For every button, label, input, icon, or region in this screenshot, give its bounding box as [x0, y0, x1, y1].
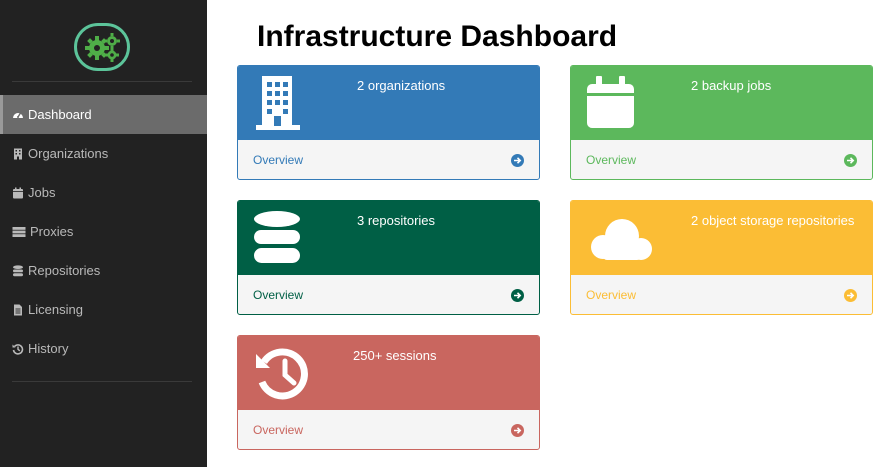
overview-link[interactable]: Overview	[238, 274, 539, 314]
gears-icon	[85, 33, 120, 62]
sidebar-item-label: History	[28, 341, 69, 356]
sidebar-item-label: Dashboard	[28, 107, 92, 122]
cloud-icon	[587, 210, 655, 266]
app-logo[interactable]	[74, 23, 130, 71]
arrow-circle-right-icon	[844, 153, 857, 167]
sidebar-item-organizations[interactable]: Organizations	[0, 134, 207, 173]
calendar-icon	[12, 187, 24, 199]
repositories-card: 3 repositories Overview	[237, 200, 540, 315]
server-icon	[12, 226, 26, 238]
database-icon	[12, 264, 24, 277]
arrow-circle-right-icon	[511, 153, 524, 167]
overview-label: Overview	[253, 153, 304, 167]
card-header: 2 object storage repositories	[571, 201, 872, 274]
file-icon	[12, 304, 24, 316]
overview-label: Overview	[253, 423, 304, 437]
database-icon	[254, 210, 302, 266]
backup-jobs-card: 2 backup jobs Overview	[570, 65, 873, 180]
overview-label: Overview	[586, 288, 637, 302]
sidebar-item-label: Organizations	[28, 146, 109, 161]
history-icon	[12, 343, 24, 355]
sidebar-item-proxies[interactable]: Proxies	[0, 212, 207, 251]
sidebar-divider-bottom	[12, 381, 192, 382]
card-header: 250+ sessions	[238, 336, 539, 409]
arrow-circle-right-icon	[511, 423, 524, 437]
tachometer-icon	[12, 109, 24, 121]
overview-link[interactable]: Overview	[238, 139, 539, 179]
sidebar-divider-top	[12, 81, 192, 82]
sidebar-item-label: Proxies	[30, 224, 74, 239]
arrow-circle-right-icon	[511, 288, 524, 302]
overview-link[interactable]: Overview	[571, 274, 872, 314]
page-title: Infrastructure Dashboard	[257, 20, 618, 53]
sidebar-item-label: Licensing	[28, 302, 83, 317]
overview-label: Overview	[253, 288, 304, 302]
history-icon	[254, 345, 310, 401]
card-header: 3 repositories	[238, 201, 539, 274]
overview-label: Overview	[586, 153, 637, 167]
card-header: 2 organizations	[238, 66, 539, 139]
building-icon	[12, 148, 24, 160]
organizations-card: 2 organizations Overview	[237, 65, 540, 180]
building-icon	[254, 75, 302, 131]
overview-link[interactable]: Overview	[238, 409, 539, 449]
sidebar-item-label: Repositories	[28, 263, 101, 278]
sidebar-item-history[interactable]: History	[0, 329, 207, 368]
card-count-text: 2 backup jobs	[691, 78, 772, 93]
sidebar-nav: Dashboard Organizations Jobs Proxies Rep…	[0, 95, 207, 368]
sidebar-item-repositories[interactable]: Repositories	[0, 251, 207, 290]
card-count-text: 2 object storage repositories	[691, 213, 855, 228]
arrow-circle-right-icon	[844, 288, 857, 302]
card-count-text: 2 organizations	[357, 78, 446, 93]
object-storage-card: 2 object storage repositories Overview	[570, 200, 873, 315]
sidebar-item-dashboard[interactable]: Dashboard	[0, 95, 207, 134]
card-count-text: 250+ sessions	[353, 348, 437, 363]
sidebar: Dashboard Organizations Jobs Proxies Rep…	[0, 0, 207, 467]
overview-link[interactable]: Overview	[571, 139, 872, 179]
card-count-text: 3 repositories	[357, 213, 436, 228]
calendar-icon	[587, 75, 635, 131]
sidebar-item-licensing[interactable]: Licensing	[0, 290, 207, 329]
card-header: 2 backup jobs	[571, 66, 872, 139]
sidebar-item-jobs[interactable]: Jobs	[0, 173, 207, 212]
sessions-card: 250+ sessions Overview	[237, 335, 540, 450]
sidebar-item-label: Jobs	[28, 185, 56, 200]
